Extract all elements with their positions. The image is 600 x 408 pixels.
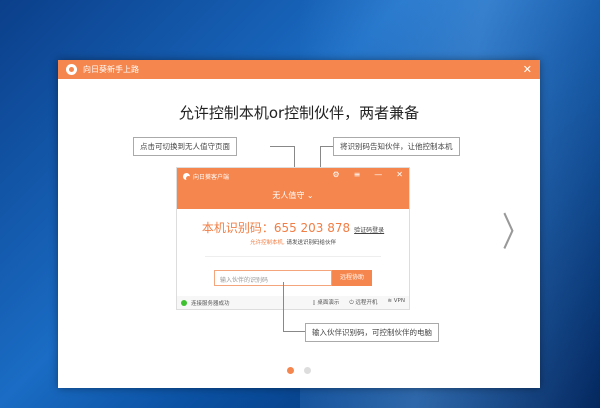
- client-window-preview: 向日葵客户端 ⚙ ≡ — ✕ 无人值守 ⌄ 本机识别码：655 203 878 验…: [176, 167, 410, 310]
- vpn-button[interactable]: ≋ VPN: [387, 298, 405, 307]
- dialog-title: 向日葵新手上路: [83, 65, 139, 74]
- page-dot-2[interactable]: [304, 367, 311, 374]
- sunlogin-logo-icon: [66, 64, 77, 75]
- minimize-icon[interactable]: —: [374, 170, 382, 179]
- mode-switch[interactable]: 无人值守 ⌄: [177, 190, 409, 201]
- title-bar: 向日葵新手上路 ✕: [58, 60, 540, 79]
- menu-icon[interactable]: ≡: [354, 170, 361, 179]
- page-heading: 允许控制本机or控制伙伴，两者兼备: [178, 104, 420, 122]
- page-dot-1[interactable]: [287, 367, 294, 374]
- status-text: 连接服务器成功: [191, 300, 230, 307]
- next-arrow-icon[interactable]: 〉: [502, 202, 530, 258]
- guide-dialog: 向日葵新手上路 ✕ 允许控制本机or控制伙伴，两者兼备 点击可切换到无人值守页面…: [58, 60, 540, 388]
- note-right: 将识别码告知伙伴，让他控制本机: [333, 137, 460, 156]
- partner-id-input[interactable]: 输入伙伴的识别码: [214, 270, 332, 286]
- note-left: 点击可切换到无人值守页面: [133, 137, 237, 156]
- connector: [283, 331, 305, 332]
- status-dot-icon: [181, 299, 187, 306]
- client-title: 向日葵客户端: [193, 174, 230, 181]
- remote-wake-button[interactable]: ⏻ 远程开机: [349, 298, 377, 307]
- desktop-demo-button[interactable]: ▯ 桌面演示: [313, 298, 340, 307]
- chevron-down-icon: ⌄: [306, 191, 314, 200]
- connector: [283, 282, 284, 332]
- mode-label: 无人值守: [272, 191, 305, 200]
- close-icon[interactable]: ✕: [523, 63, 532, 76]
- client-header: 向日葵客户端 ⚙ ≡ — ✕ 无人值守 ⌄: [177, 168, 409, 209]
- connector: [320, 146, 333, 147]
- allow-hint: 请发送识别码给伙伴: [286, 240, 336, 246]
- sunlogin-logo-icon: [183, 173, 191, 181]
- note-bottom: 输入伙伴识别码，可控制伙伴的电脑: [305, 323, 439, 342]
- machine-id: 本机识别码：655 203 878: [201, 221, 351, 235]
- pager: [287, 367, 311, 374]
- close-icon[interactable]: ✕: [396, 170, 403, 179]
- verify-link[interactable]: 验证码登录: [354, 227, 384, 234]
- status-bar: 连接服务器成功 ▯ 桌面演示 ⏻ 远程开机 ≋ VPN: [177, 296, 409, 309]
- remote-assist-button[interactable]: 远程协助: [332, 270, 372, 286]
- settings-icon[interactable]: ⚙: [332, 170, 339, 179]
- allow-label: 允许控制本机,: [249, 240, 285, 246]
- connector: [270, 146, 295, 147]
- divider: [205, 256, 381, 257]
